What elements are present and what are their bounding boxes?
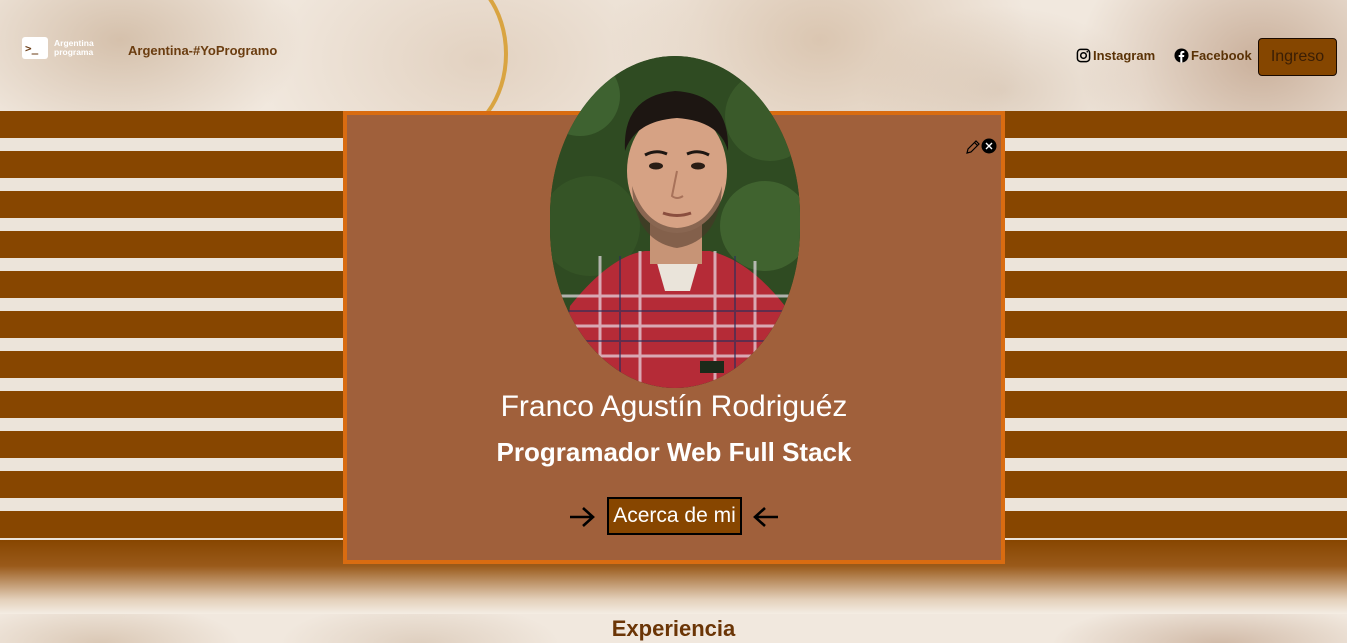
facebook-icon bbox=[1174, 48, 1189, 63]
profile-role: Programador Web Full Stack bbox=[496, 437, 852, 467]
profile-name: Franco Agustín Rodriguéz bbox=[500, 390, 848, 423]
logo-text: Argentina programa bbox=[54, 39, 94, 57]
terminal-icon: >_ bbox=[22, 37, 48, 59]
pencil-icon[interactable] bbox=[965, 139, 981, 155]
facebook-label: Facebook bbox=[1191, 48, 1252, 63]
instagram-label: Instagram bbox=[1093, 48, 1156, 63]
login-button[interactable]: Ingreso bbox=[1258, 38, 1337, 76]
profile-photo bbox=[550, 56, 800, 388]
instagram-icon bbox=[1076, 48, 1091, 63]
about-me-button[interactable]: Acerca de mi bbox=[607, 497, 742, 535]
arrow-right-icon bbox=[570, 507, 595, 527]
close-icon[interactable] bbox=[981, 138, 997, 154]
instagram-link[interactable]: Instagram bbox=[1076, 48, 1155, 63]
arrow-left-icon bbox=[753, 507, 778, 527]
logo-line-2: programa bbox=[54, 47, 94, 57]
profile-photo-illustration bbox=[550, 56, 800, 388]
facebook-link[interactable]: Facebook bbox=[1174, 48, 1252, 63]
experience-section-title: Experiencia bbox=[611, 616, 736, 641]
brand-link[interactable]: Argentina-#YoProgramo bbox=[128, 43, 277, 58]
argentina-programa-logo[interactable]: >_ Argentina programa bbox=[22, 37, 94, 59]
